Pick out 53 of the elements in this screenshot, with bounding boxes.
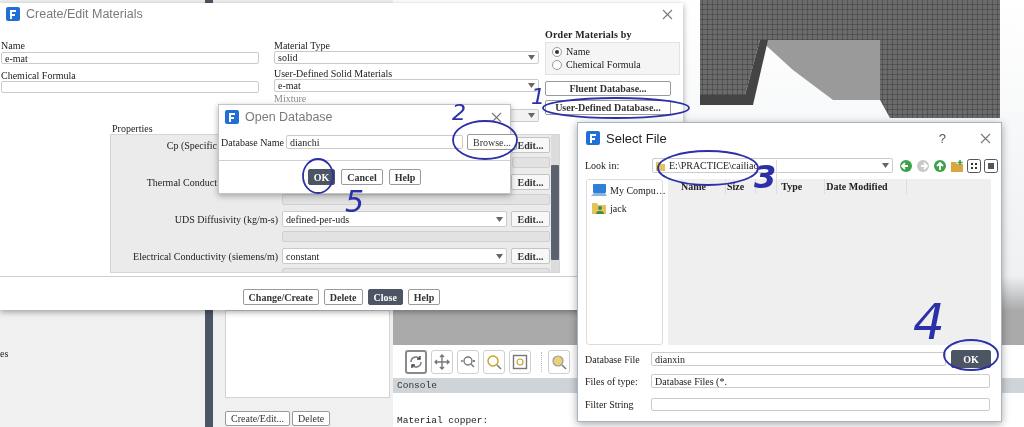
field-label: Mixture (274, 94, 307, 103)
radio-label: Chemical Formula (566, 59, 641, 70)
property-label: UDS Diffusivity (kg/m-s) (174, 213, 278, 225)
field-label: Filter String (585, 399, 635, 410)
section-label: Properties (112, 123, 154, 134)
field-label: Database File (585, 353, 641, 365)
list-button[interactable]: Create/Edit... (225, 411, 291, 426)
dialog-button[interactable]: Help (407, 289, 441, 305)
annotation-number: 2 (452, 100, 466, 125)
console-line: Material copper: (397, 415, 490, 426)
column-header[interactable]: Date Modified (825, 179, 908, 194)
window-title: Open Database (245, 110, 333, 124)
property-label: Cp (Specific (166, 139, 217, 151)
field-label: Name (1, 40, 26, 51)
window-title: Create/Edit Materials (26, 7, 143, 21)
place-item[interactable]: jack (591, 201, 662, 215)
panel-label: es (0, 348, 9, 359)
dialog-button[interactable]: Delete (323, 289, 363, 305)
field-label: Look in: (585, 160, 621, 171)
field-label: Database Name (221, 136, 285, 148)
help-button[interactable]: ? (938, 130, 946, 146)
dialog-button[interactable]: Cancel (341, 169, 383, 185)
group-label: Order Materials by (545, 29, 633, 40)
input-field[interactable]: dianchi (286, 135, 464, 149)
dialog-button[interactable]: OK (307, 169, 336, 185)
file-list[interactable]: 4 (668, 194, 991, 345)
file-type-dropdown[interactable]: Database Files (*. (651, 374, 990, 388)
window-title: Select File (606, 130, 668, 146)
ok-button[interactable]: OK (951, 350, 991, 368)
dialog-button[interactable]: Help (388, 169, 422, 185)
database-button[interactable]: User-Defined Database... (545, 100, 671, 115)
field-label: Files of type: (585, 375, 639, 387)
dropdown-field[interactable]: defined-per-uds (282, 211, 507, 227)
field-label: User-Defined Solid Materials (274, 68, 394, 79)
database-button[interactable]: Fluent Database... (545, 81, 671, 96)
annotation-number: 4 (913, 299, 945, 345)
property-label: Electrical Conductivity (siemens/m) (133, 250, 278, 262)
column-header[interactable]: Type (780, 179, 826, 194)
radio-label: Name (566, 46, 590, 57)
field-label: Material Type (274, 40, 332, 51)
field-label: Chemical Formula (1, 70, 77, 81)
input-field[interactable]: dianxin (651, 352, 946, 366)
dialog-button[interactable]: Close (367, 289, 403, 305)
dialog-button[interactable]: Change/Create (242, 289, 319, 305)
edit-button[interactable]: Edit... (511, 174, 550, 190)
dropdown-field[interactable]: solid (274, 51, 539, 64)
browse-button[interactable]: Browse... (467, 134, 518, 150)
edit-button[interactable]: Edit... (511, 248, 550, 264)
list-button[interactable]: Delete (292, 411, 331, 426)
edit-button[interactable]: Edit... (511, 211, 550, 227)
property-label: Thermal Conduct (146, 176, 217, 188)
dropdown-field[interactable]: constant (282, 248, 507, 264)
input-field[interactable]: e-mat (1, 52, 259, 64)
